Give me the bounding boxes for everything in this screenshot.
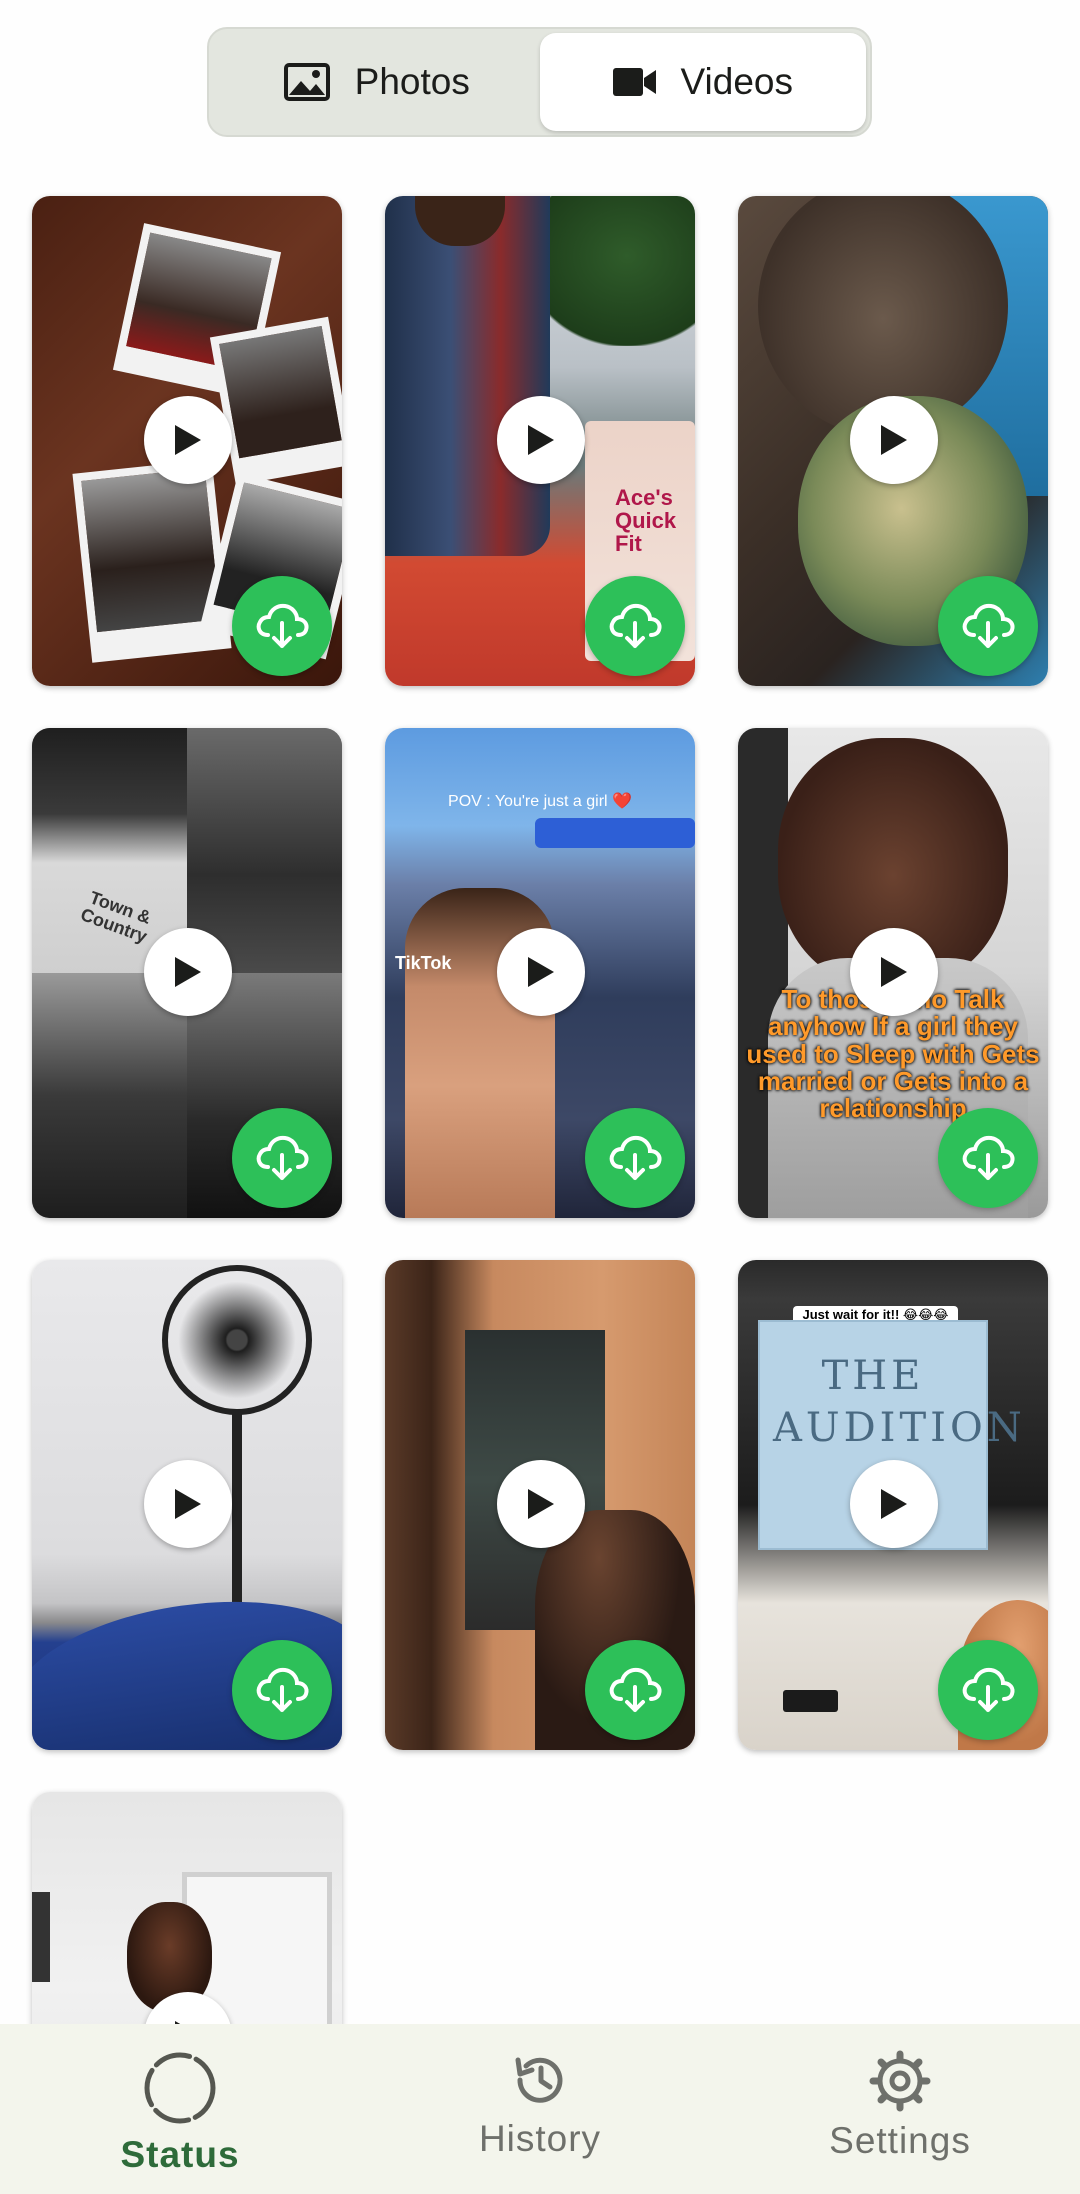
photos-tab-label: Photos [354,61,470,102]
cloud-download-icon [609,1667,662,1712]
nav-history-label: History [478,2118,602,2159]
photos-tab[interactable]: Photos [213,33,540,131]
audition-sign-text: THE AUDITION [773,1353,1026,1451]
video-tile[interactable] [738,196,1048,686]
play-icon [881,957,907,987]
nav-status-label: Status [120,2134,240,2175]
play-icon [175,425,201,455]
play-icon [528,957,554,987]
cloud-download-icon [256,1667,309,1712]
cloud-download-icon [962,1667,1015,1712]
video-tile[interactable] [32,1260,342,1750]
tiktok-watermark: TikTok [395,953,452,973]
download-button[interactable] [938,576,1038,676]
cloud-download-icon [962,1135,1015,1180]
videos-tab[interactable]: Videos [539,33,866,131]
videos-tab-label: Videos [680,61,793,102]
cloud-download-icon [256,1135,309,1180]
nav-history[interactable]: History [360,2024,720,2194]
video-tile[interactable]: Town & Country [32,728,342,1218]
download-button[interactable] [938,1108,1038,1208]
settings-gear-icon [869,2050,931,2112]
download-button[interactable] [585,576,685,676]
play-button[interactable] [497,396,585,484]
download-button[interactable] [938,1640,1038,1740]
download-button[interactable] [232,1108,332,1208]
play-button[interactable] [144,1460,232,1548]
video-tile[interactable] [32,196,342,686]
video-tile[interactable]: Ace's Quick Fit [385,196,695,686]
video-tile[interactable]: POV : You're just a girl ❤️ TikTok [385,728,695,1218]
cloud-download-icon [609,1135,662,1180]
nav-settings[interactable]: Settings [720,2024,1080,2194]
play-icon [528,1489,554,1519]
status-ring-icon [144,2052,216,2124]
video-tile[interactable]: Just wait for it!! 😂😂😂😂😂😂 THE AUDITION [738,1260,1048,1750]
cloud-download-icon [609,603,662,648]
image-icon [283,63,330,101]
download-button[interactable] [232,576,332,676]
play-button[interactable] [850,928,938,1016]
video-camera-icon [612,68,656,96]
play-icon [528,425,554,455]
video-tile[interactable]: To those who Talk anyhow If a girl they … [738,728,1048,1218]
play-button[interactable] [144,928,232,1016]
play-button[interactable] [850,396,938,484]
play-button[interactable] [144,396,232,484]
thumbnail-caption: POV : You're just a girl ❤️ [448,793,632,810]
nav-status[interactable]: Status [0,2024,360,2194]
play-icon [175,1489,201,1519]
media-type-toggle: Photos Videos [207,27,872,137]
cloud-download-icon [256,603,309,648]
nav-settings-label: Settings [829,2120,971,2161]
play-button[interactable] [497,928,585,1016]
download-button[interactable] [585,1108,685,1208]
history-icon [515,2057,563,2103]
thumbnail-caption: Ace's Quick Fit [615,485,677,557]
play-button[interactable] [497,1460,585,1548]
play-button[interactable] [850,1460,938,1548]
download-button[interactable] [232,1640,332,1740]
status-video-grid: Ace's Quick Fit Town & Country POV: You… [32,196,1050,2194]
play-icon [881,425,907,455]
play-icon [881,1489,907,1519]
video-tile[interactable] [385,1260,695,1750]
cloud-download-icon [962,603,1015,648]
download-button[interactable] [585,1640,685,1740]
play-icon [175,957,201,987]
bottom-navigation-bar: Status History Settings [0,2024,1080,2194]
